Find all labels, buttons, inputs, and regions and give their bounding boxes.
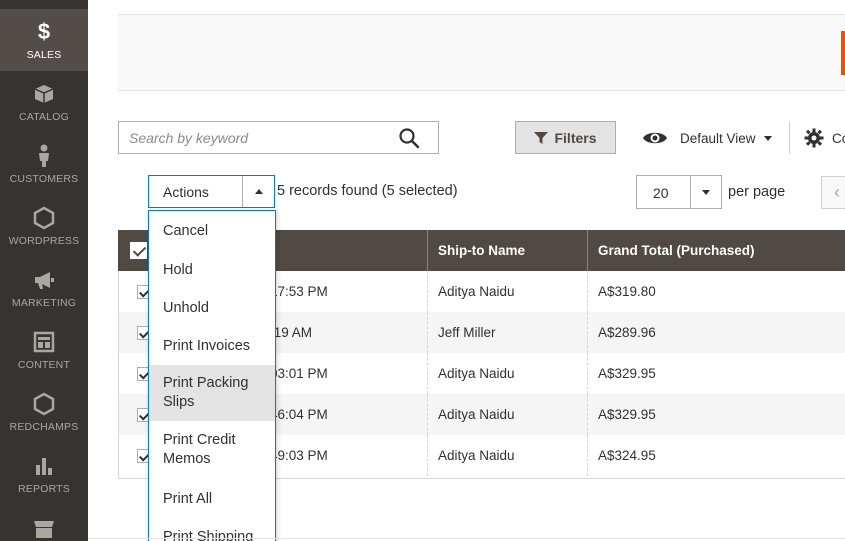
grand-total-cell: A$289.96: [598, 325, 656, 340]
page-divider: [88, 538, 845, 539]
purchase-date-cell: 17:53 PM: [270, 284, 328, 299]
caret-down-icon: [763, 135, 772, 141]
menu-item-print-all[interactable]: Print All: [149, 479, 275, 519]
ship-to-cell: Aditya Naidu: [438, 407, 515, 422]
page-header: [118, 14, 845, 91]
sidebar-item-label: MARKETING: [11, 297, 77, 309]
purchase-date-cell: 49:03 PM: [270, 448, 328, 463]
grand-total-cell: A$324.95: [598, 448, 656, 463]
megaphone-icon: [32, 267, 56, 293]
cell-separator: [427, 353, 428, 394]
column-header-ship-to[interactable]: Ship-to Name: [438, 230, 525, 271]
ship-to-cell: Aditya Naidu: [438, 366, 515, 381]
columns-label: Co: [832, 130, 845, 146]
ship-to-cell: Aditya Naidu: [438, 448, 515, 463]
columns-control[interactable]: Co: [804, 126, 845, 150]
sidebar-item-sales[interactable]: $ SALES: [0, 9, 88, 71]
cell-separator: [587, 435, 588, 476]
sidebar-item-reports[interactable]: REPORTS: [0, 443, 88, 505]
column-separator: [587, 230, 588, 271]
ship-to-cell: Jeff Miller: [438, 325, 496, 340]
sidebar-item-label: REPORTS: [18, 483, 70, 495]
grid-border: [118, 271, 119, 478]
menu-item-print-packing-slips[interactable]: Print Packing Slips: [149, 365, 275, 421]
keyword-search: [118, 121, 439, 154]
menu-item-unhold[interactable]: Unhold: [149, 289, 275, 327]
sidebar-item-label: CUSTOMERS: [9, 173, 79, 185]
view-switcher[interactable]: Default View: [642, 126, 772, 150]
primary-action-edge[interactable]: [841, 31, 845, 75]
sidebar-item-wordpress[interactable]: WORDPRESS: [0, 195, 88, 257]
grand-total-cell: A$329.95: [598, 366, 656, 381]
sidebar-item-label: WORDPRESS: [8, 235, 80, 247]
select-all-checkbox[interactable]: [130, 242, 147, 259]
cell-separator: [427, 312, 428, 353]
cell-separator: [587, 394, 588, 435]
gear-icon: [804, 128, 824, 148]
menu-item-hold[interactable]: Hold: [149, 251, 275, 289]
purchase-date-cell: :19 AM: [270, 325, 313, 340]
cell-separator: [587, 353, 588, 394]
menu-item-cancel[interactable]: Cancel: [149, 211, 275, 251]
sidebar-item-label: REDCHAMPS: [9, 421, 79, 433]
sidebar-item-customers[interactable]: CUSTOMERS: [0, 133, 88, 195]
cell-separator: [587, 312, 588, 353]
sidebar-item-content[interactable]: CONTENT: [0, 319, 88, 381]
funnel-icon: [534, 131, 549, 144]
ship-to-cell: Aditya Naidu: [438, 284, 515, 299]
column-separator: [427, 230, 428, 271]
box-icon: [33, 81, 55, 107]
per-page-label: per page: [728, 184, 786, 200]
sidebar-item-label: CONTENT: [17, 359, 71, 371]
search-input[interactable]: [119, 122, 389, 153]
actions-menu: Cancel Hold Unhold Print Invoices Print …: [148, 210, 276, 541]
person-icon: [33, 143, 55, 169]
records-found-text: 5 records found (5 selected): [277, 183, 458, 199]
select-all-cell[interactable]: [130, 230, 147, 271]
sidebar-item-redchamps[interactable]: REDCHAMPS: [0, 381, 88, 443]
store-icon: [32, 515, 56, 541]
search-icon[interactable]: [398, 127, 420, 149]
sidebar-item-marketing[interactable]: MARKETING: [0, 257, 88, 319]
actions-toggle[interactable]: [242, 176, 274, 207]
caret-down-icon: [702, 189, 710, 195]
per-page-toggle[interactable]: [690, 176, 721, 208]
menu-item-print-invoices[interactable]: Print Invoices: [149, 327, 275, 365]
cell-separator: [427, 271, 428, 312]
sidebar-item-catalog[interactable]: CATALOG: [0, 71, 88, 133]
toolbar-divider: [789, 122, 790, 154]
grand-total-cell: A$329.95: [598, 407, 656, 422]
purchase-date-cell: 46:04 PM: [270, 407, 328, 422]
sidebar-item-label: SALES: [26, 49, 62, 61]
grand-total-cell: A$319.80: [598, 284, 656, 299]
dollar-icon: $: [37, 19, 51, 44]
actions-label: Actions: [163, 183, 209, 200]
filters-button[interactable]: Filters: [515, 121, 616, 154]
purchase-date-cell: 03:01 PM: [270, 366, 328, 381]
hexagon-icon: [33, 391, 55, 417]
column-header-grand-total[interactable]: Grand Total (Purchased): [598, 230, 755, 271]
per-page-value: 20: [653, 185, 669, 201]
view-label: Default View: [680, 130, 756, 146]
sidebar-item-label: CATALOG: [18, 111, 70, 123]
cell-separator: [427, 435, 428, 476]
cell-separator: [427, 394, 428, 435]
menu-item-print-credit-memos[interactable]: Print Credit Memos: [149, 421, 275, 479]
filters-label: Filters: [554, 129, 597, 146]
bar-chart-icon: [33, 453, 55, 479]
actions-dropdown-button[interactable]: Actions: [148, 175, 275, 208]
caret-up-icon: [254, 189, 263, 194]
layout-icon: [33, 329, 55, 355]
pager-prev-button[interactable]: ‹: [821, 176, 845, 209]
hexagon-icon: [33, 205, 55, 231]
admin-sidebar: $ SALES CATALOG CUSTOMERS WORDPRESS MARK…: [0, 0, 88, 541]
chevron-left-icon: ‹: [834, 182, 840, 202]
per-page-select[interactable]: 20: [636, 175, 722, 209]
cell-separator: [587, 271, 588, 312]
sidebar-item-stores[interactable]: [0, 505, 88, 541]
eye-icon: [643, 132, 667, 144]
